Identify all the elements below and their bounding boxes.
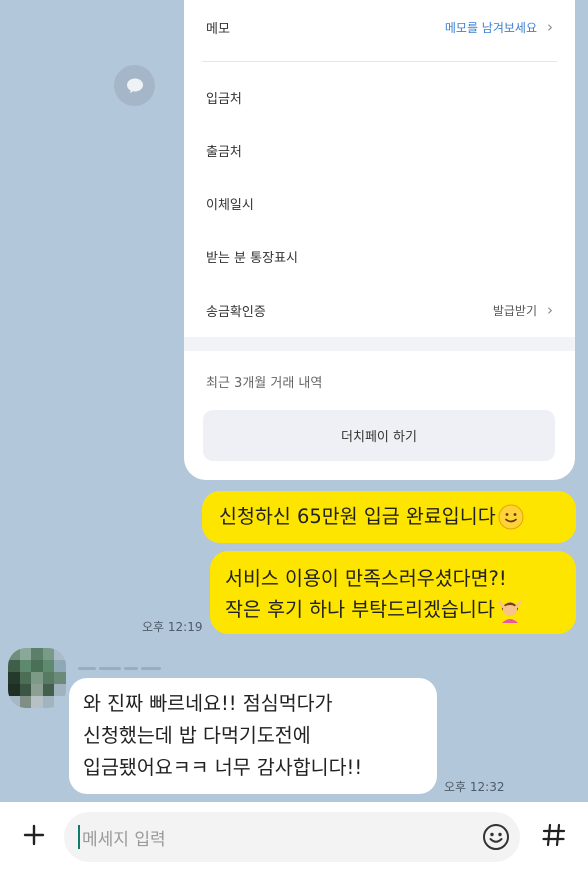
withdraw-source-label: 출금처 (206, 144, 242, 160)
transfer-datetime-label: 이체일시 (206, 197, 254, 213)
deposit-source-label: 입금처 (206, 91, 242, 107)
message-line-text: 작은 후기 하나 부탁드리겠습니다 (225, 598, 495, 621)
chevron-right-icon: › (547, 301, 553, 319)
recent-history-label: 최근 3개월 거래 내역 (206, 376, 323, 391)
message-timestamp: 오후 12:19 (142, 620, 203, 634)
issue-certificate-text: 발급받기 (492, 303, 537, 318)
message-timestamp: 오후 12:32 (444, 780, 505, 794)
deposit-source-row: 입금처 (206, 82, 553, 112)
slightly-smiling-face-icon (498, 504, 524, 530)
message-line: 입금됐어요ㅋㅋ 너무 감사합니다!! (83, 756, 363, 779)
message-line: 와 진짜 빠르네요!! 점심먹다가 (83, 692, 333, 715)
sender-name-blurred (78, 661, 174, 675)
person-gesturing-ok-icon (498, 600, 522, 623)
speech-bubble-icon (126, 78, 143, 93)
attach-button[interactable] (14, 815, 54, 855)
transfer-detail-card[interactable]: 메모 메모를 남겨보세요 › 입금처 출금처 이체일시 받는 분 통장표시 송금… (184, 0, 575, 480)
chat-area: 메모 메모를 남겨보세요 › 입금처 출금처 이체일시 받는 분 통장표시 송금… (0, 0, 588, 802)
withdraw-source-row: 출금처 (206, 135, 553, 165)
memo-value-text: 메모를 남겨보세요 (444, 20, 537, 35)
recipient-display-label: 받는 분 통장표시 (206, 250, 298, 266)
text-caret (78, 825, 80, 849)
message-line-with-emoji: 작은 후기 하나 부탁드리겠습니다 (225, 594, 562, 625)
message-line: 신청했는데 밥 다먹기도전에 (83, 724, 311, 747)
transfer-datetime-row: 이체일시 (206, 188, 553, 218)
incoming-message[interactable]: 와 진짜 빠르네요!! 점심먹다가 신청했는데 밥 다먹기도전에 입금됐어요ㅋㅋ… (69, 678, 437, 794)
share-button[interactable] (114, 65, 155, 106)
outgoing-message[interactable]: 신청하신 65만원 입금 완료입니다 (202, 491, 576, 543)
avatar[interactable] (8, 648, 66, 708)
transfer-certificate-label: 송금확인증 (206, 304, 266, 320)
message-line: 서비스 이용이 만족스러우셨다면?! (225, 567, 507, 590)
transfer-certificate-row[interactable]: 송금확인증 발급받기 › (206, 295, 553, 325)
recipient-display-row: 받는 분 통장표시 (206, 241, 553, 271)
issue-certificate-link[interactable]: 발급받기 › (493, 301, 553, 319)
hash-icon (542, 823, 566, 847)
outgoing-message[interactable]: 서비스 이용이 만족스러우셨다면?! 작은 후기 하나 부탁드리겠습니다 (210, 551, 576, 634)
emoji-icon (483, 824, 509, 850)
memo-value[interactable]: 메모를 남겨보세요 › (445, 18, 553, 36)
plus-icon (23, 824, 45, 846)
message-input-placeholder: 메세지 입력 (82, 829, 166, 850)
emoji-button[interactable] (480, 821, 512, 853)
memo-label: 메모 (206, 21, 230, 37)
section-gap (184, 337, 575, 351)
message-input[interactable]: 메세지 입력 (64, 812, 520, 862)
hashtag-search-button[interactable] (534, 815, 574, 855)
dutch-pay-button[interactable]: 더치페이 하기 (203, 410, 555, 461)
chevron-right-icon: › (547, 18, 553, 36)
divider (202, 61, 557, 62)
memo-row[interactable]: 메모 메모를 남겨보세요 › (206, 12, 553, 42)
message-text: 신청하신 65만원 입금 완료입니다 (219, 504, 496, 528)
